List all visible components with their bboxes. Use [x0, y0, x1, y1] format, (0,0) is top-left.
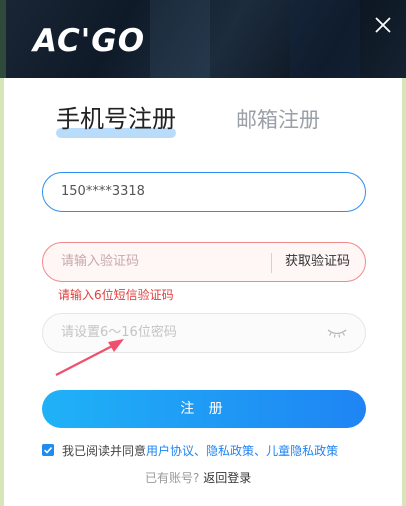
have-account-text: 已有账号? [145, 471, 200, 485]
back-to-login-link[interactable]: 返回登录 [203, 471, 251, 485]
phone-input[interactable]: 150****3318 [42, 172, 366, 212]
login-row: 已有账号? 返回登录 [145, 470, 251, 486]
left-edge [0, 78, 4, 506]
password-input[interactable]: 请设置6～16位密码 [42, 313, 366, 353]
agreement-separator: 、 [254, 444, 267, 458]
privacy-policy-link[interactable]: 隐私政策 [206, 444, 254, 458]
agreement-text: 我已阅读并同意用户协议、隐私政策、儿童隐私政策 [62, 443, 338, 459]
verification-code-field[interactable]: 请输入验证码 获取验证码 [42, 242, 366, 282]
acgo-logo: AC'GO [33, 23, 146, 59]
agreement-prefix: 我已阅读并同意 [62, 444, 147, 458]
code-divider [271, 253, 272, 273]
tab-phone-register[interactable]: 手机号注册 [56, 102, 176, 138]
code-error-message: 请输入6位短信验证码 [58, 288, 174, 302]
child-privacy-link[interactable]: 儿童隐私政策 [266, 444, 338, 458]
tab-phone-register-label: 手机号注册 [56, 105, 176, 133]
agreement-separator: 、 [194, 444, 207, 458]
get-code-button[interactable]: 获取验证码 [285, 243, 350, 281]
header-banner: AC'GO [0, 0, 406, 78]
tab-email-register[interactable]: 邮箱注册 [236, 105, 320, 135]
user-agreement-link[interactable]: 用户协议 [146, 444, 194, 458]
agreement-checkbox[interactable] [42, 444, 54, 456]
eye-closed-icon[interactable] [326, 324, 348, 340]
verification-code-placeholder: 请输入验证码 [61, 254, 140, 269]
right-edge [402, 78, 406, 506]
register-button[interactable]: 注 册 [42, 390, 366, 428]
close-icon[interactable] [370, 12, 396, 38]
